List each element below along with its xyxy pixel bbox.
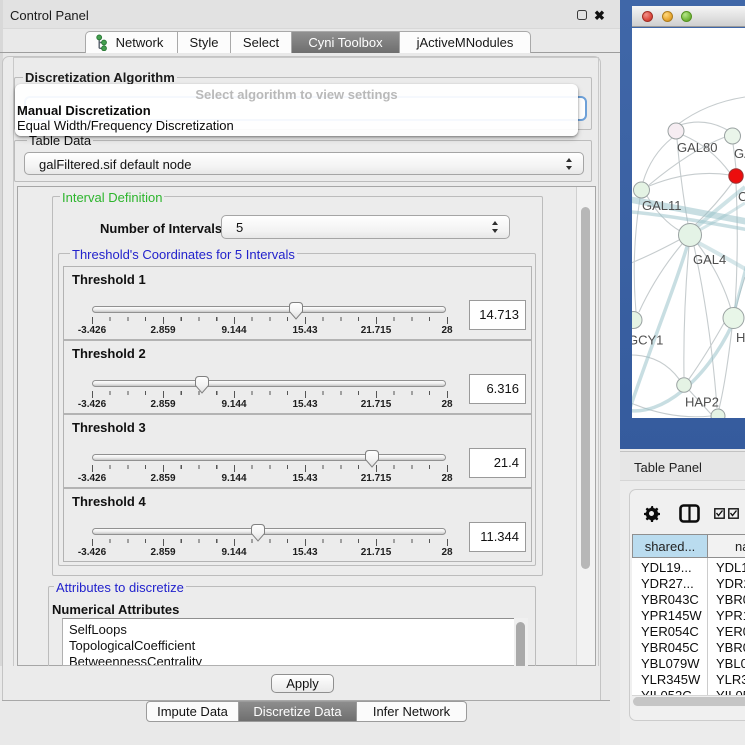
- svg-text:GAL80: GAL80: [677, 140, 717, 155]
- svg-text:GAL11: GAL11: [642, 198, 682, 213]
- svg-text:HAP2: HAP2: [685, 395, 719, 410]
- svg-text:GCY1: GCY1: [632, 333, 663, 348]
- svg-text:CY: CY: [738, 189, 745, 204]
- svg-text:H: H: [736, 330, 745, 345]
- svg-text:GAL: GAL: [734, 146, 745, 161]
- svg-text:GAL4: GAL4: [693, 252, 726, 267]
